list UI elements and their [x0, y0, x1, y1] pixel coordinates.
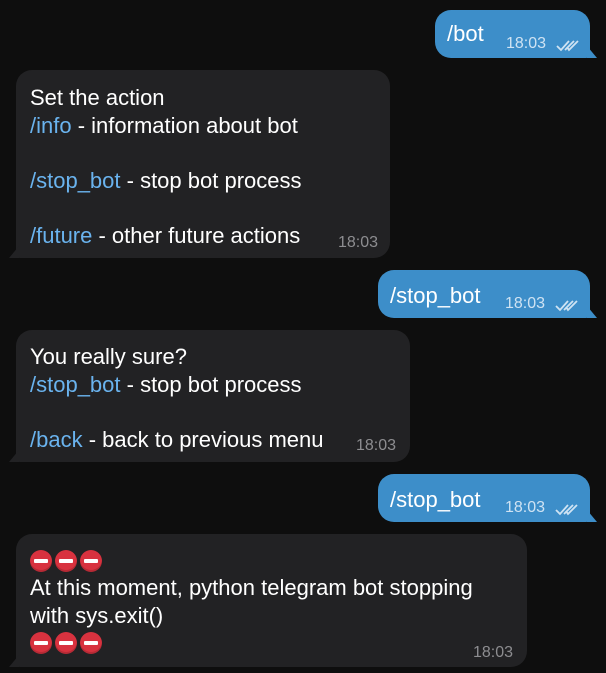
command-description: - other future actions — [92, 222, 301, 248]
message-line: At this moment, python telegram bot stop… — [30, 575, 473, 600]
outgoing-message-bot[interactable]: /bot 18:03 — [435, 10, 597, 58]
message-line: with sys.exit() — [30, 602, 164, 628]
command-link-future[interactable]: /future — [30, 223, 92, 248]
double-check-icon — [555, 300, 578, 312]
incoming-message-stopping[interactable]: At this moment, python telegram bot stop… — [9, 534, 527, 667]
command-link-stop-bot[interactable]: /stop_bot — [30, 168, 121, 193]
incoming-message-confirm[interactable]: You really sure? /stop_bot - stop bot pr… — [9, 330, 410, 462]
no-entry-icon — [55, 549, 77, 572]
command-description: - information about bot — [71, 112, 298, 138]
no-entry-icon — [80, 549, 102, 572]
message-time: 18:03 — [505, 499, 546, 516]
no-entry-icon — [80, 631, 102, 654]
message-text: /stop_bot — [390, 283, 481, 308]
message-line: /info - information about bot — [30, 112, 302, 140]
message-text: /stop_bot — [390, 487, 481, 512]
command-description: - back to previous menu — [82, 426, 324, 452]
message-line: /stop_bot - stop bot process — [30, 371, 324, 399]
outgoing-message-stop-bot[interactable]: /stop_bot 18:03 — [378, 270, 597, 318]
message-time: 18:03 — [338, 234, 379, 251]
command-link-back[interactable]: /back — [30, 427, 83, 452]
command-link-stop-bot[interactable]: /stop_bot — [30, 372, 121, 397]
message-time: 18:03 — [506, 35, 547, 52]
incoming-message-menu[interactable]: Set the action /info - information about… — [9, 70, 390, 258]
message-line: /back - back to previous menu — [30, 426, 324, 454]
message-time: 18:03 — [505, 295, 546, 312]
command-description: - stop bot process — [120, 371, 302, 397]
command-description: - stop bot process — [120, 167, 302, 193]
emoji-row — [30, 629, 473, 656]
message-line: /future - other future actions — [30, 222, 302, 250]
message-time: 18:03 — [473, 644, 514, 661]
message-line: Set the action — [30, 85, 165, 110]
outgoing-message-stop-bot[interactable]: /stop_bot 18:03 — [378, 474, 597, 522]
no-entry-icon — [55, 631, 77, 654]
command-link-info[interactable]: /info — [30, 113, 72, 138]
message-time: 18:03 — [356, 437, 397, 454]
message-line: You really sure? — [30, 344, 187, 369]
message-text: /bot — [447, 21, 484, 46]
no-entry-icon — [30, 631, 52, 654]
no-entry-icon — [30, 549, 52, 572]
message-line: /stop_bot - stop bot process — [30, 167, 302, 195]
double-check-icon — [555, 504, 578, 516]
emoji-row — [30, 547, 473, 574]
double-check-icon — [556, 40, 579, 52]
